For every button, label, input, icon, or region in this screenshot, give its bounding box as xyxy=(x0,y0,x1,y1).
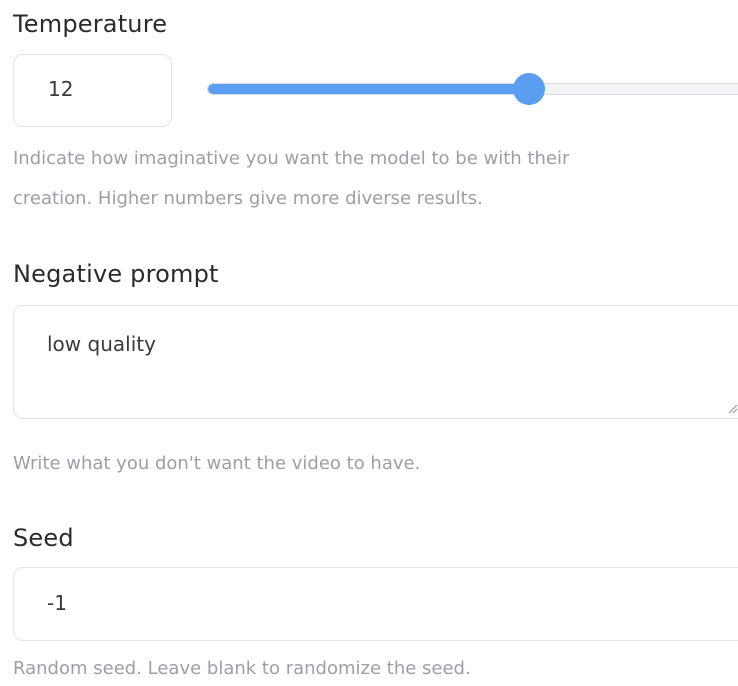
temperature-input[interactable]: 12 xyxy=(13,54,172,127)
negative-prompt-textarea[interactable]: low quality xyxy=(13,305,738,419)
negative-prompt-value: low quality xyxy=(47,332,156,356)
temperature-value: 12 xyxy=(48,77,74,101)
temperature-slider-fill xyxy=(208,84,530,94)
negative-prompt-hint: Write what you don't want the video to h… xyxy=(13,453,421,474)
seed-value: -1 xyxy=(47,591,67,615)
seed-input[interactable]: -1 xyxy=(13,567,738,641)
temperature-slider-thumb[interactable] xyxy=(513,73,545,105)
seed-hint: Random seed. Leave blank to randomize th… xyxy=(13,658,471,679)
temperature-slider-track[interactable] xyxy=(207,83,738,95)
resize-handle-icon[interactable] xyxy=(728,404,738,414)
temperature-hint-line1: Indicate how imaginative you want the mo… xyxy=(13,148,570,169)
seed-label: Seed xyxy=(13,524,74,552)
negative-prompt-label: Negative prompt xyxy=(13,260,219,288)
temperature-hint-line2: creation. Higher numbers give more diver… xyxy=(13,188,483,209)
temperature-label: Temperature xyxy=(13,10,168,38)
